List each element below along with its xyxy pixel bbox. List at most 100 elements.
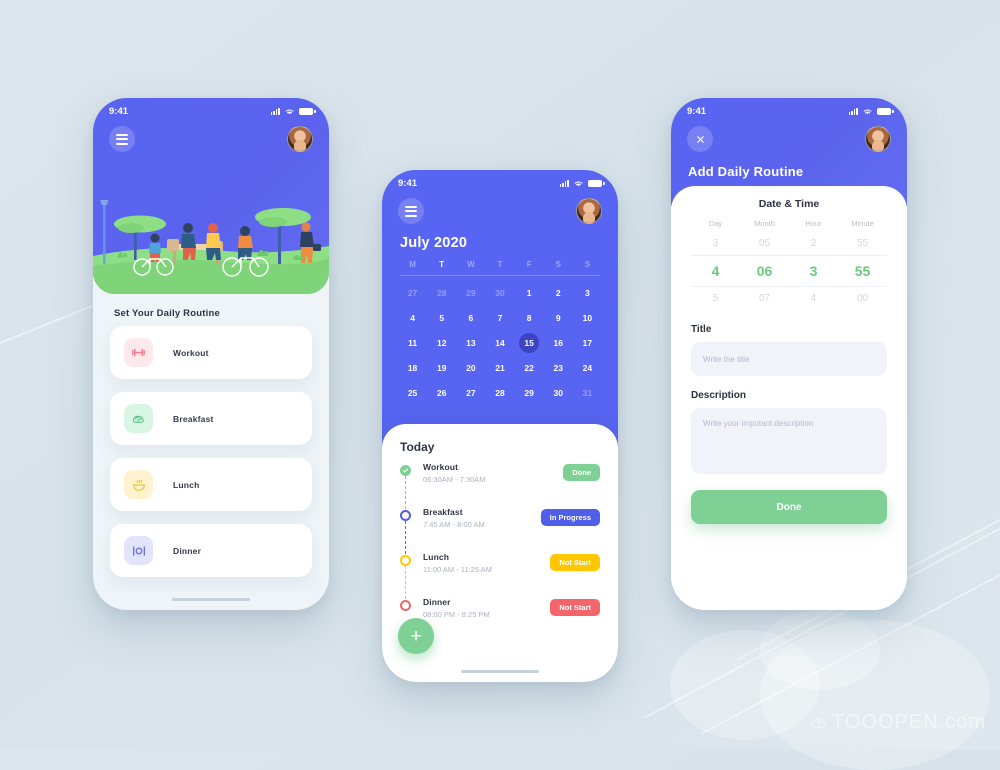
calendar-day[interactable]: 3 [573,280,602,305]
picker-selected-month[interactable]: 06 [740,256,789,286]
avatar[interactable] [865,126,891,152]
calendar-day[interactable]: 16 [544,330,573,355]
picker-selected-hour[interactable]: 3 [789,256,838,286]
picker-next-month[interactable]: 07 [740,287,789,310]
description-input[interactable]: Write your impotant description [691,408,887,474]
calendar-day[interactable]: 22 [515,355,544,380]
picker-next-hour[interactable]: 4 [789,287,838,310]
schedule-item[interactable]: Lunch 11:00 AM - 11:25 AM Not Start [400,552,600,599]
calendar-day-selected[interactable]: 15 [515,330,544,355]
calendar-day[interactable]: 8 [515,305,544,330]
calendar-day[interactable]: 20 [456,355,485,380]
calendar-day-label: 14 [495,337,505,348]
page-title: Set Your Daily Routine [114,308,220,319]
wifi-icon [863,108,872,114]
picker-prev-minute[interactable]: 55 [838,232,887,255]
calendar-day[interactable]: 4 [398,305,427,330]
status-indicators [559,179,605,188]
title-placeholder: Write the title [703,354,750,364]
calendar-day[interactable]: 21 [485,355,514,380]
list-item[interactable]: Breakfast [110,392,312,445]
status-badge[interactable]: In Progress [540,509,600,526]
picker-prev-day[interactable]: 3 [691,232,740,255]
picker-selected-minute[interactable]: 55 [838,256,887,286]
status-badge[interactable]: Not Start [550,554,600,571]
picker-next-day[interactable]: 5 [691,287,740,310]
calendar-month-title: July 2020 [400,235,468,251]
schedule-item[interactable]: Breakfast 7:45 AM - 8:00 AM In Progress [400,507,600,554]
calendar-day-label: 21 [495,362,505,373]
add-routine-toolbar [671,124,907,152]
calendar-day[interactable]: 14 [485,330,514,355]
calendar-day[interactable]: 9 [544,305,573,330]
list-item[interactable]: Lunch [110,458,312,511]
calendar-day[interactable]: 6 [456,305,485,330]
list-item[interactable]: Workout [110,326,312,379]
calendar-day[interactable]: 27 [398,280,427,305]
schedule-item-body: Workout 06:30AM - 7:30AM [420,462,563,484]
hamburger-menu-button[interactable] [109,126,135,152]
done-button[interactable]: Done [691,490,887,524]
picker-next-minute[interactable]: 00 [838,287,887,310]
calendar-day-label: 1 [526,287,532,298]
status-badge[interactable]: Done [563,464,600,481]
calendar-day[interactable]: 13 [456,330,485,355]
picker-selected-day[interactable]: 4 [691,256,740,286]
home-indicator [461,669,539,673]
picker-prev-hour[interactable]: 2 [789,232,838,255]
home-header [93,124,329,152]
close-button[interactable] [687,126,713,152]
picker-row-previous[interactable]: 3 05 2 55 [691,232,887,255]
picker-row-next[interactable]: 5 07 4 00 [691,287,887,310]
calendar-day[interactable]: 25 [398,380,427,405]
schedule-item-time: 7:45 AM - 8:00 AM [423,520,485,529]
status-bar: 9:41 [93,98,329,124]
calendar-day-label: 13 [466,337,476,348]
calendar-day[interactable]: 10 [573,305,602,330]
signal-bars-icon [270,107,280,115]
wifi-icon [285,108,294,114]
picker-row-selected[interactable]: 4 06 3 55 [691,255,887,287]
calendar-day[interactable]: 1 [515,280,544,305]
calendar-header [382,196,618,224]
add-routine-fab[interactable]: + [398,618,434,654]
list-item-label: Workout [173,347,209,358]
calendar-day-label: 5 [439,312,445,323]
calendar-day[interactable]: 28 [427,280,456,305]
timeline-marker [400,552,420,599]
calendar-day[interactable]: 30 [544,380,573,405]
title-input[interactable]: Write the title [691,342,887,376]
calendar-day[interactable]: 12 [427,330,456,355]
picker-header-day: Day [708,219,723,228]
calendar-day[interactable]: 18 [398,355,427,380]
calendar-day[interactable]: 7 [485,305,514,330]
avatar[interactable] [576,198,602,224]
calendar-day[interactable]: 31 [573,380,602,405]
calendar-day[interactable]: 29 [456,280,485,305]
calendar-day[interactable]: 5 [427,305,456,330]
calendar-day[interactable]: 27 [456,380,485,405]
calendar-day[interactable]: 30 [485,280,514,305]
status-badge[interactable]: Not Start [550,599,600,616]
picker-prev-month[interactable]: 05 [740,232,789,255]
calendar-day[interactable]: 17 [573,330,602,355]
calendar-day[interactable]: 24 [573,355,602,380]
picker-header-minute: Minute [851,219,874,228]
calendar-day[interactable]: 28 [485,380,514,405]
schedule-item-body: Lunch 11:00 AM - 11:25 AM [420,552,550,574]
calendar-day[interactable]: 11 [398,330,427,355]
calendar-day[interactable]: 23 [544,355,573,380]
calendar-day[interactable]: 2 [544,280,573,305]
dumbbell-icon [124,338,153,367]
schedule-item[interactable]: Workout 06:30AM - 7:30AM Done [400,462,600,509]
avatar[interactable] [287,126,313,152]
hamburger-menu-button[interactable] [398,198,424,224]
calendar-day[interactable]: 19 [427,355,456,380]
calendar-day[interactable]: 26 [427,380,456,405]
schedule-item-body: Dinner 08:00 PM - 8:25 PM [420,597,550,619]
signal-bars-icon [848,107,858,115]
calendar-day-label: 19 [436,362,447,373]
list-item[interactable]: Dinner [110,524,312,577]
calendar-day[interactable]: 29 [515,380,544,405]
list-item-label: Dinner [173,545,202,556]
